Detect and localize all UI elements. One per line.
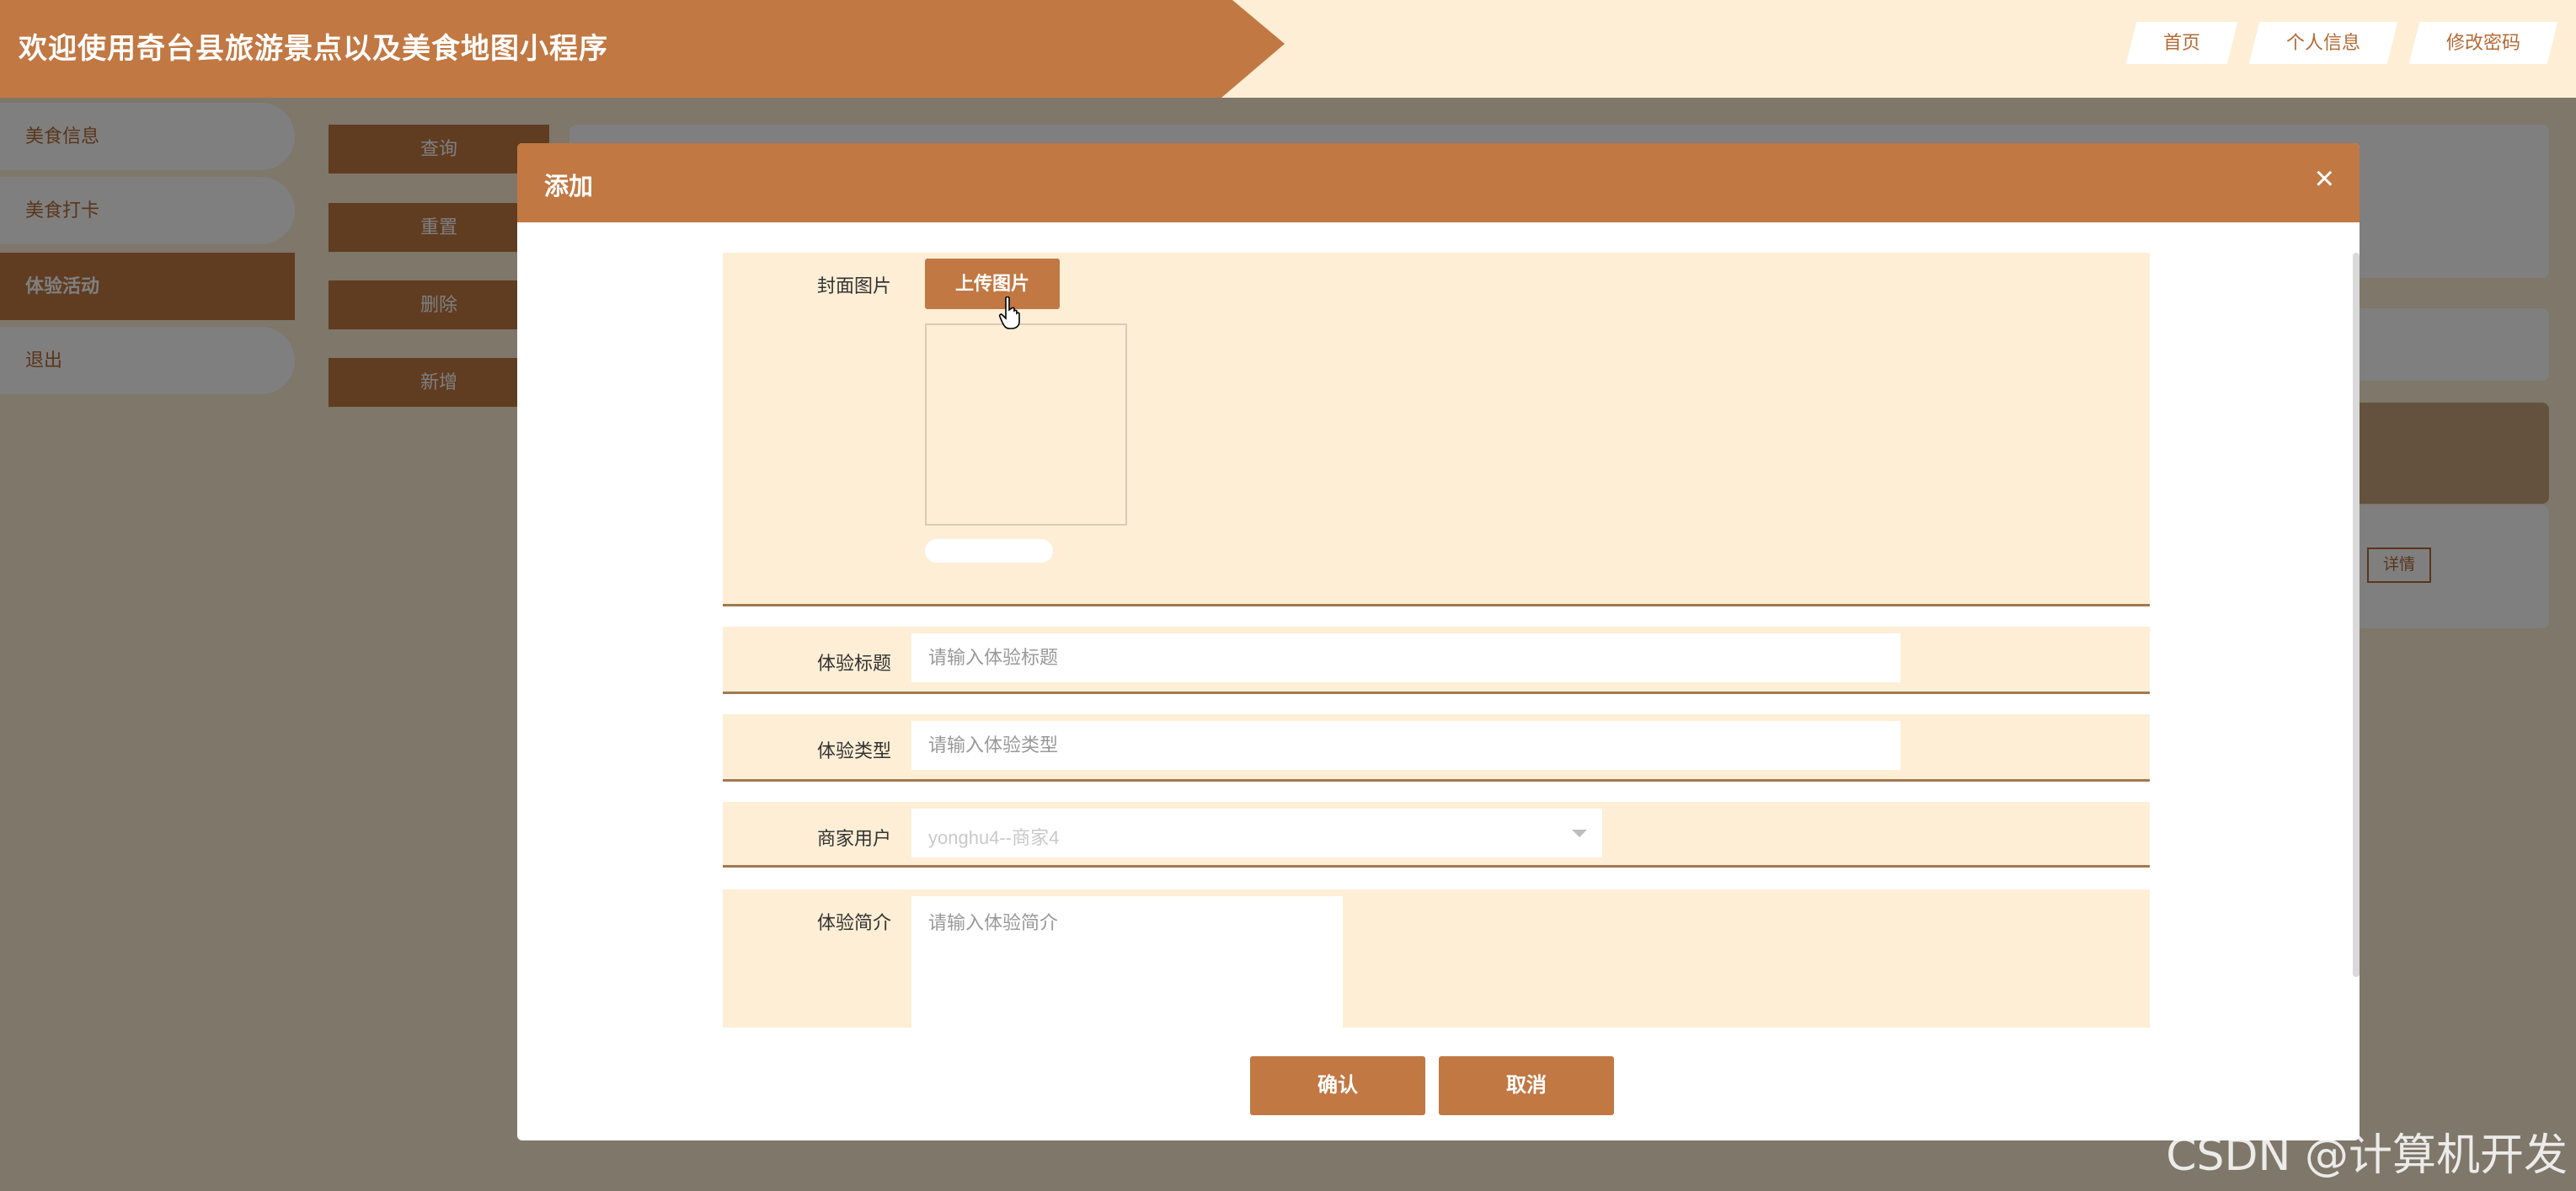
experience-intro-textarea[interactable] — [911, 896, 1343, 1028]
upload-progress-bar — [925, 539, 1053, 563]
merchant-user-label: 商家用户 — [816, 828, 891, 849]
experience-intro-label: 体验简介 — [816, 912, 891, 933]
cover-image-label: 封面图片 — [816, 275, 891, 296]
merchant-user-value: yonghu4--商家4 — [928, 827, 1060, 848]
nav-change-password-button[interactable]: 修改密码 — [2408, 22, 2558, 64]
experience-title-label: 体验标题 — [816, 653, 891, 674]
chevron-down-icon — [1572, 830, 1587, 837]
app-title: 欢迎使用奇台县旅游景点以及美食地图小程序 — [19, 33, 608, 65]
cancel-button[interactable]: 取消 — [1439, 1056, 1614, 1115]
merchant-user-select[interactable]: yonghu4--商家4 — [911, 809, 1602, 857]
nav-profile-button[interactable]: 个人信息 — [2248, 22, 2398, 64]
top-nav: 首页 个人信息 修改密码 — [2125, 22, 2558, 64]
watermark: CSDN @计算机开发 — [2166, 1130, 2568, 1181]
dialog-header: 添加 × — [517, 143, 2360, 222]
close-icon[interactable]: × — [2315, 162, 2334, 195]
upload-image-button[interactable]: 上传图片 — [925, 259, 1060, 309]
experience-title-input[interactable] — [911, 633, 1900, 682]
image-preview — [925, 323, 1127, 526]
nav-home-button[interactable]: 首页 — [2125, 22, 2238, 64]
dialog-title: 添加 — [544, 174, 594, 200]
hand-cursor-icon — [998, 296, 1020, 329]
experience-type-input[interactable] — [911, 721, 1900, 770]
top-header: 欢迎使用奇台县旅游景点以及美食地图小程序 首页 个人信息 修改密码 — [0, 0, 2576, 98]
confirm-button[interactable]: 确认 — [1250, 1056, 1425, 1115]
experience-type-label: 体验类型 — [816, 740, 891, 761]
dialog-scrollbar[interactable] — [2353, 253, 2360, 977]
